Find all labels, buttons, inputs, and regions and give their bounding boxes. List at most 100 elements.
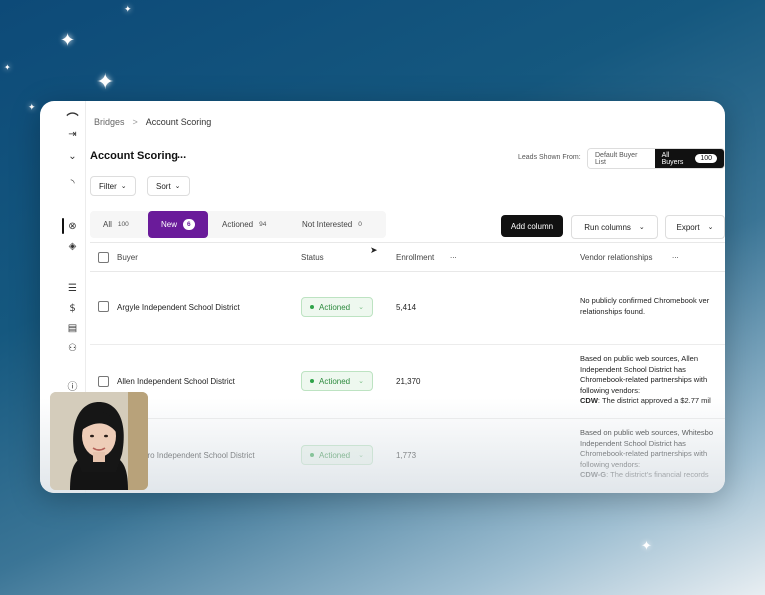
more-options-button[interactable]: ... bbox=[177, 149, 186, 161]
users-icon[interactable]: ⚇ bbox=[60, 343, 85, 354]
tab-count: 6 bbox=[183, 219, 195, 230]
document-icon[interactable]: ▤ bbox=[60, 323, 85, 334]
rss-icon[interactable]: ◝ bbox=[60, 178, 85, 189]
column-menu-icon[interactable]: ... bbox=[450, 251, 457, 260]
leads-shown-from-label: Leads Shown From: bbox=[518, 154, 581, 161]
table-row[interactable]: oro Independent School District Actioned… bbox=[90, 419, 725, 493]
buyer-name[interactable]: Argyle Independent School District bbox=[117, 303, 240, 312]
status-dropdown[interactable]: Actioned ⌄ bbox=[301, 371, 373, 391]
tab-count: 94 bbox=[259, 221, 267, 228]
enrollment-value: 5,414 bbox=[396, 303, 417, 312]
enrollment-value: 21,370 bbox=[396, 377, 421, 386]
tab-count: 100 bbox=[117, 221, 129, 228]
dollar-icon[interactable]: $ bbox=[60, 303, 85, 314]
chevron-down-icon[interactable]: ⌄ bbox=[60, 151, 85, 162]
breadcrumb-separator: > bbox=[132, 117, 138, 127]
tab-actioned[interactable]: Actioned 94 bbox=[222, 211, 266, 238]
export-button[interactable]: Export ⌄ bbox=[665, 215, 725, 239]
column-menu-icon[interactable]: ... bbox=[672, 251, 679, 260]
status-dot-icon bbox=[310, 379, 314, 383]
breadcrumb: Bridges > Account Scoring bbox=[94, 117, 211, 127]
list-icon[interactable]: ☰ bbox=[60, 283, 85, 294]
help-icon[interactable]: ⓘ bbox=[60, 378, 85, 393]
tag-icon[interactable]: ◈ bbox=[60, 241, 85, 252]
column-header-enrollment[interactable]: Enrollment bbox=[396, 253, 434, 262]
vendor-relationships: No publicly confirmed Chromebook ver rel… bbox=[580, 296, 709, 317]
vendor-name: CDW bbox=[580, 396, 598, 405]
tab-new[interactable]: New 6 bbox=[148, 211, 208, 238]
vendor-relationships: Based on public web sources, Allen Indep… bbox=[580, 354, 711, 407]
collapse-icon[interactable]: ⇥ bbox=[60, 129, 85, 140]
vendor-line: following vendors: bbox=[580, 385, 641, 395]
column-header-buyer[interactable]: Buyer bbox=[117, 253, 138, 262]
tab-count: 0 bbox=[358, 221, 362, 228]
status-tabs: All 100 New 6 Actioned 94 Not Interested 0 bbox=[90, 211, 386, 238]
tab-label: All bbox=[103, 220, 112, 229]
vendor-detail: : The district's financial records bbox=[606, 470, 709, 479]
vendor-line: Independent School District has bbox=[580, 438, 686, 448]
table-row[interactable]: Argyle Independent School District Actio… bbox=[90, 271, 725, 345]
option-label: Default Buyer List bbox=[595, 151, 638, 166]
vendor-line: Chromebook-related partnerships with bbox=[580, 449, 708, 458]
vendor-line: No publicly confirmed Chromebook ver bbox=[580, 296, 710, 305]
column-header-vendor[interactable]: Vendor relationships bbox=[580, 253, 653, 262]
breadcrumb-current: Account Scoring bbox=[145, 117, 212, 127]
select-all-checkbox[interactable] bbox=[98, 252, 109, 263]
vendor-line: CDW: The district approved a $2.77 mil bbox=[580, 396, 711, 407]
run-columns-button[interactable]: Run columns ⌄ bbox=[571, 215, 658, 239]
vendor-line: relationships found. bbox=[580, 306, 646, 316]
sort-label: Sort bbox=[156, 181, 171, 191]
tab-all[interactable]: All 100 bbox=[103, 211, 129, 238]
column-header-status[interactable]: Status bbox=[301, 253, 324, 262]
vendor-line: Based on public web sources, Whitesbo bbox=[580, 428, 713, 437]
tab-label: New bbox=[161, 220, 178, 229]
status-label: Actioned bbox=[319, 450, 351, 460]
run-columns-label: Run columns bbox=[584, 222, 631, 232]
chevron-down-icon: ⌄ bbox=[358, 378, 364, 385]
vendor-line: Chromebook-related partnerships with bbox=[580, 375, 708, 384]
breadcrumb-parent[interactable]: Bridges bbox=[94, 117, 125, 127]
logo-icon[interactable]: ⌒ bbox=[60, 110, 85, 127]
filter-button[interactable]: Filter ⌄ bbox=[90, 176, 136, 196]
all-buyers-option[interactable]: All Buyers 100 bbox=[654, 149, 724, 168]
chevron-down-icon: ⌄ bbox=[174, 183, 181, 190]
sparkle: ✦ bbox=[60, 30, 76, 51]
chevron-down-icon: ⌄ bbox=[358, 452, 364, 459]
presenter-video-icon bbox=[50, 392, 148, 490]
option-label: All Buyers bbox=[661, 151, 684, 166]
status-label: Actioned bbox=[319, 302, 351, 312]
buyer-name[interactable]: Allen Independent School District bbox=[117, 377, 235, 386]
default-buyer-list-option[interactable]: Default Buyer List bbox=[588, 149, 655, 168]
enrollment-value: 1,773 bbox=[396, 451, 417, 460]
chevron-down-icon: ⌄ bbox=[120, 183, 127, 190]
chevron-down-icon: ⌄ bbox=[707, 224, 714, 231]
vendor-relationships: Based on public web sources, Whitesbo In… bbox=[580, 428, 713, 481]
leads-source-toggle: Default Buyer List All Buyers 100 bbox=[587, 148, 725, 169]
status-dot-icon bbox=[310, 305, 314, 309]
status-dot-icon bbox=[310, 453, 314, 457]
tab-not-interested[interactable]: Not Interested 0 bbox=[302, 211, 362, 238]
chevron-down-icon: ⌄ bbox=[358, 304, 364, 311]
chevron-down-icon: ⌄ bbox=[638, 224, 645, 231]
tab-label: Actioned bbox=[222, 220, 254, 229]
bridges-icon[interactable]: ⊗ bbox=[60, 221, 85, 232]
export-label: Export bbox=[676, 222, 700, 232]
status-dropdown[interactable]: Actioned ⌄ bbox=[301, 445, 373, 465]
sparkle: ✦ bbox=[124, 5, 132, 15]
row-checkbox[interactable] bbox=[98, 301, 109, 312]
row-checkbox[interactable] bbox=[98, 376, 109, 387]
sort-button[interactable]: Sort ⌄ bbox=[147, 176, 190, 196]
status-dropdown[interactable]: Actioned ⌄ bbox=[301, 297, 373, 317]
sparkle: ✦ bbox=[96, 70, 115, 95]
sparkle: ✦ bbox=[4, 63, 11, 72]
add-column-button[interactable]: Add column bbox=[501, 215, 563, 237]
buyer-name[interactable]: oro Independent School District bbox=[143, 451, 255, 460]
cursor-icon: ➤ bbox=[370, 246, 378, 256]
table-header: Buyer Status Enrollment ... Vendor relat… bbox=[90, 242, 725, 272]
vendor-line: Based on public web sources, Allen bbox=[580, 354, 698, 363]
vendor-line: Independent School District has bbox=[580, 364, 686, 374]
vendor-line: CDW-G: The district's financial records bbox=[580, 470, 713, 481]
table-row[interactable]: Allen Independent School District Action… bbox=[90, 345, 725, 419]
vendor-name: CDW-G bbox=[580, 470, 607, 479]
status-label: Actioned bbox=[319, 376, 351, 386]
